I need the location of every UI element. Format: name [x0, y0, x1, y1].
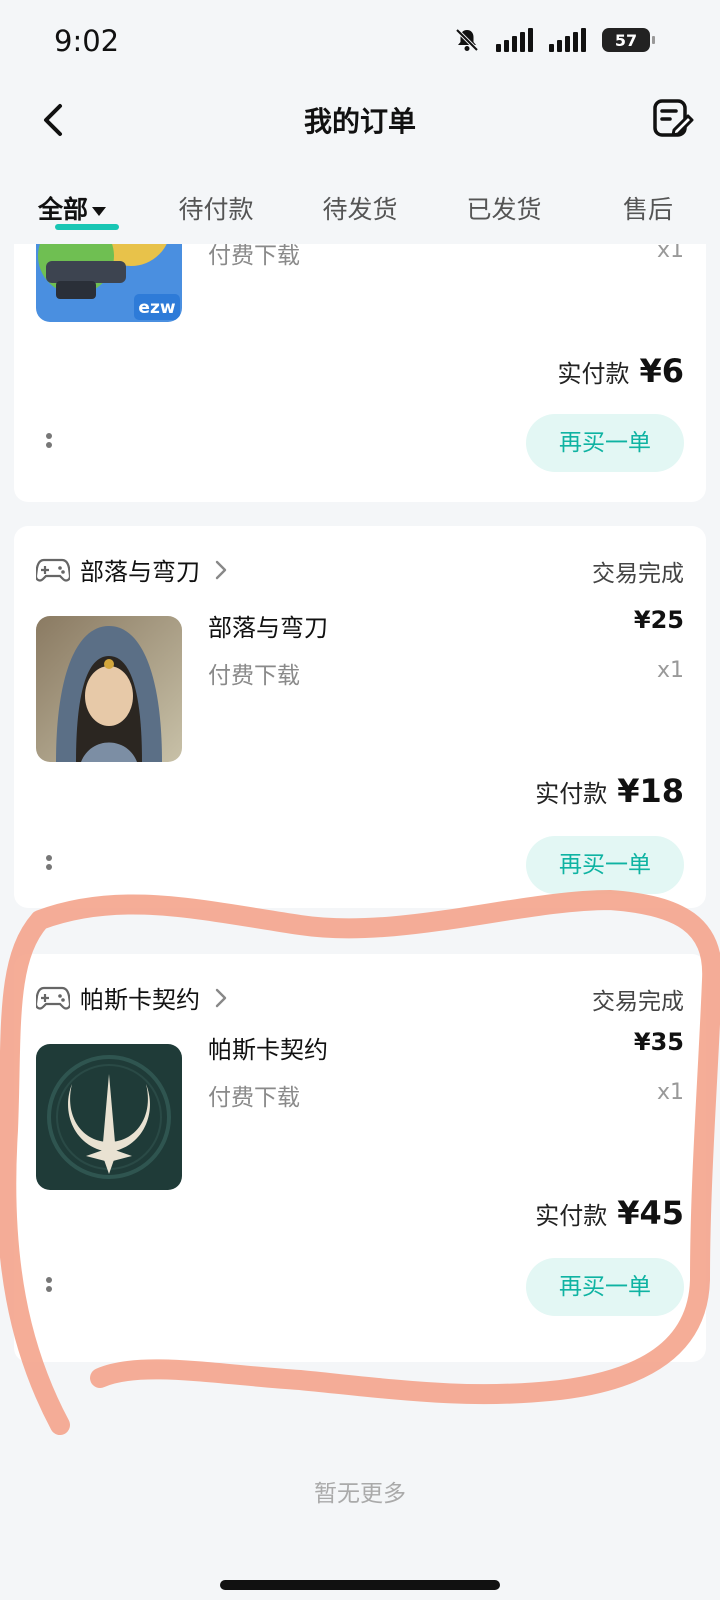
chevron-right-icon [215, 560, 227, 579]
caret-down-icon [92, 206, 106, 216]
tab-label: 全部 [37, 195, 88, 224]
gamepad-icon [36, 558, 70, 582]
product-thumbnail[interactable] [36, 616, 182, 762]
tab-all[interactable]: 全部 [0, 176, 144, 244]
shop-name: 部落与弯刀 [80, 558, 200, 586]
product-type: 付费下载 [208, 663, 300, 689]
paid-amount: ¥18 [617, 772, 684, 810]
product-name[interactable]: 部落与弯刀 [208, 608, 328, 643]
status-time: 9:02 [54, 24, 120, 58]
rebuy-button[interactable]: 再买一单 [526, 414, 684, 472]
product-thumbnail[interactable] [36, 1044, 182, 1190]
gamepad-icon [36, 986, 70, 1010]
shop-link[interactable]: 帕斯卡契约 [36, 980, 228, 1015]
signal-icon [549, 28, 586, 52]
tab-active-indicator [55, 224, 119, 230]
tab-pending-payment[interactable]: 待付款 [144, 176, 288, 244]
paid-total: 实付款 ¥45 [535, 1194, 684, 1232]
product-name[interactable]: 帕斯卡契约 [208, 1030, 328, 1065]
page-title: 我的订单 [303, 105, 416, 138]
product-type: 付费下载 [208, 1085, 300, 1111]
shop-name: 帕斯卡契约 [80, 986, 200, 1014]
paid-amount: ¥45 [617, 1194, 684, 1232]
paid-label: 实付款 [557, 360, 630, 388]
tab-pending-shipment[interactable]: 待发货 [288, 176, 432, 244]
status-icons: 57 [454, 27, 655, 53]
battery-level: 57 [614, 30, 638, 50]
rebuy-button[interactable]: 再买一单 [526, 1258, 684, 1316]
tab-label: 待发货 [322, 195, 398, 224]
no-more-label: 暂无更多 [314, 1481, 406, 1507]
edit-orders-icon[interactable] [650, 96, 694, 140]
product-price: ¥35 [633, 1028, 684, 1056]
paid-label: 实付款 [535, 1202, 608, 1230]
order-status: 交易完成 [592, 561, 684, 587]
order-card[interactable]: 帕斯卡契约 交易完成 帕斯卡契约 付费下载 ¥35 x1 实付款 ¥45 再买一… [14, 954, 706, 1362]
product-qty: x1 [656, 1080, 684, 1105]
chevron-right-icon [215, 988, 227, 1007]
shop-link[interactable]: 部落与弯刀 [36, 552, 228, 587]
paid-label: 实付款 [535, 780, 608, 808]
tab-label: 待付款 [178, 195, 254, 224]
more-dots-icon[interactable] [44, 430, 54, 454]
more-dots-icon[interactable] [44, 852, 54, 876]
tab-shipped[interactable]: 已发货 [432, 176, 576, 244]
order-tabs: 全部 待付款 待发货 已发货 售后 [0, 176, 720, 244]
battery-icon: 57 [602, 28, 655, 52]
order-card[interactable]: 部落与弯刀 交易完成 部落与弯刀 付费下载 ¥25 x1 实付款 ¥18 再买一… [14, 526, 706, 908]
thumb-badge: ezw [138, 298, 175, 318]
tab-label: 售后 [622, 195, 673, 224]
product-qty: x1 [656, 658, 684, 683]
signal-icon [496, 28, 533, 52]
status-bar: 9:02 57 [0, 0, 720, 84]
more-dots-icon[interactable] [44, 1274, 54, 1298]
home-indicator [220, 1580, 500, 1590]
product-price: ¥25 [633, 606, 684, 634]
tab-label: 已发货 [466, 195, 542, 224]
order-status: 交易完成 [592, 989, 684, 1015]
tab-after-sales[interactable]: 售后 [576, 176, 720, 244]
paid-amount: ¥6 [639, 352, 684, 390]
bell-muted-icon [455, 28, 479, 52]
header: 我的订单 [0, 84, 720, 164]
rebuy-button[interactable]: 再买一单 [526, 836, 684, 894]
paid-total: 实付款 ¥18 [535, 772, 684, 810]
paid-total: 实付款 ¥6 [557, 352, 684, 390]
